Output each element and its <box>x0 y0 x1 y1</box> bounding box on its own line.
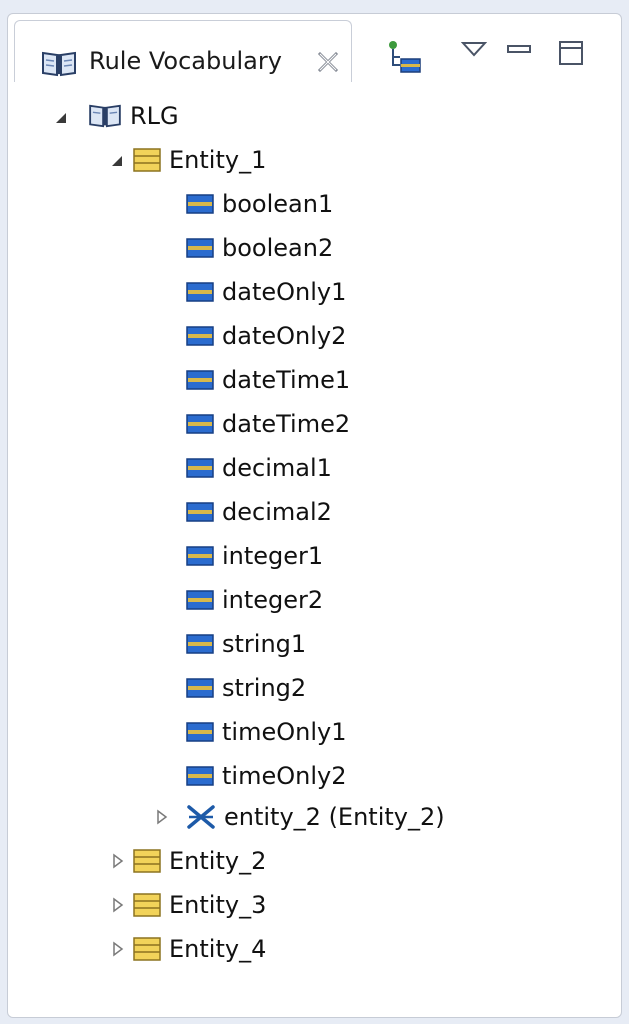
attribute-icon <box>186 766 214 786</box>
tree-item-attribute[interactable]: timeOnly1 <box>186 712 346 752</box>
entity-icon <box>133 849 161 873</box>
attribute-icon <box>186 502 214 522</box>
tree-item-attribute[interactable]: string2 <box>186 668 306 708</box>
tree-item-attribute[interactable]: decimal2 <box>186 492 332 532</box>
tree-item-association[interactable]: entity_2 (Entity_2) <box>186 797 445 837</box>
tree-item-attribute[interactable]: dateOnly1 <box>186 272 346 312</box>
tree-item-label: boolean2 <box>222 234 334 262</box>
tab-label: Rule Vocabulary <box>89 47 282 75</box>
tree-item-attribute[interactable]: boolean2 <box>186 228 333 268</box>
close-icon[interactable] <box>317 51 339 73</box>
tree-item-label: Entity_4 <box>169 935 267 963</box>
tree-item-label: entity_2 (Entity_2) <box>224 803 445 831</box>
tab-rule-vocabulary[interactable]: Rule Vocabulary <box>14 20 352 82</box>
entity-icon <box>133 148 161 172</box>
tree-item-label: dateTime1 <box>222 366 351 394</box>
tree-item-entity[interactable]: Entity_2 <box>133 841 266 881</box>
entity-icon <box>133 893 161 917</box>
attribute-icon <box>186 414 214 434</box>
tree-item-label: integer1 <box>222 542 324 570</box>
collapsed-arrow-icon[interactable] <box>112 853 124 869</box>
entity-icon <box>133 937 161 961</box>
tree-item-label: dateTime2 <box>222 410 351 438</box>
attribute-icon <box>186 326 214 346</box>
view-menu-icon[interactable] <box>461 41 487 57</box>
attribute-icon <box>186 238 214 258</box>
vocabulary-book-icon <box>89 104 121 128</box>
attribute-icon <box>186 678 214 698</box>
tree-item-attribute[interactable]: integer1 <box>186 536 323 576</box>
expanded-arrow-icon[interactable] <box>54 111 68 125</box>
tree-item-attribute[interactable]: string1 <box>186 624 306 664</box>
tree-item-attribute[interactable]: boolean1 <box>186 184 333 224</box>
vocabulary-view-panel: Rule Vocabulary RLG Entity_1 boolean1 bo… <box>7 13 622 1018</box>
attribute-icon <box>186 722 214 742</box>
attribute-icon <box>186 370 214 390</box>
tree-item-label: decimal1 <box>222 454 332 482</box>
tree-item-attribute[interactable]: timeOnly2 <box>186 756 346 796</box>
attribute-icon <box>186 546 214 566</box>
tree-item-label: Entity_2 <box>169 847 267 875</box>
tree-item-attribute[interactable]: integer2 <box>186 580 323 620</box>
tree-item-attribute[interactable]: dateTime1 <box>186 360 350 400</box>
tree-item-label: dateOnly2 <box>222 322 347 350</box>
maximize-icon[interactable] <box>558 40 584 66</box>
attribute-icon <box>186 194 214 214</box>
attribute-icon <box>186 458 214 478</box>
tree-item-label: integer2 <box>222 586 324 614</box>
tree-item-label: timeOnly2 <box>222 762 347 790</box>
tree-item-label: boolean1 <box>222 190 334 218</box>
tree-item-label: string1 <box>222 630 307 658</box>
tree-item-label: string2 <box>222 674 307 702</box>
expanded-arrow-icon[interactable] <box>110 154 124 168</box>
tree-item-label: dateOnly1 <box>222 278 347 306</box>
association-icon <box>187 805 215 829</box>
add-attribute-icon[interactable] <box>386 39 422 75</box>
tree-item-attribute[interactable]: decimal1 <box>186 448 332 488</box>
tree-item-label: decimal2 <box>222 498 332 526</box>
tree-item-entity[interactable]: Entity_3 <box>133 885 266 925</box>
attribute-icon <box>186 634 214 654</box>
collapsed-arrow-icon[interactable] <box>112 897 124 913</box>
vocabulary-book-icon <box>42 51 76 77</box>
minimize-icon[interactable] <box>506 41 532 57</box>
view-tab-bar: Rule Vocabulary <box>8 14 621 82</box>
tree-item-label: RLG <box>130 102 179 130</box>
tree-item-label: Entity_1 <box>169 146 267 174</box>
tree-item-entity[interactable]: Entity_4 <box>133 929 266 969</box>
collapsed-arrow-icon[interactable] <box>156 809 168 825</box>
attribute-icon <box>186 282 214 302</box>
tree-item-attribute[interactable]: dateOnly2 <box>186 316 346 356</box>
tree-item-root[interactable]: RLG <box>88 96 179 136</box>
tree-item-label: Entity_3 <box>169 891 267 919</box>
tree-item-entity[interactable]: Entity_1 <box>133 140 266 180</box>
attribute-icon <box>186 590 214 610</box>
tree-item-label: timeOnly1 <box>222 718 347 746</box>
tree-item-attribute[interactable]: dateTime2 <box>186 404 350 444</box>
collapsed-arrow-icon[interactable] <box>112 941 124 957</box>
